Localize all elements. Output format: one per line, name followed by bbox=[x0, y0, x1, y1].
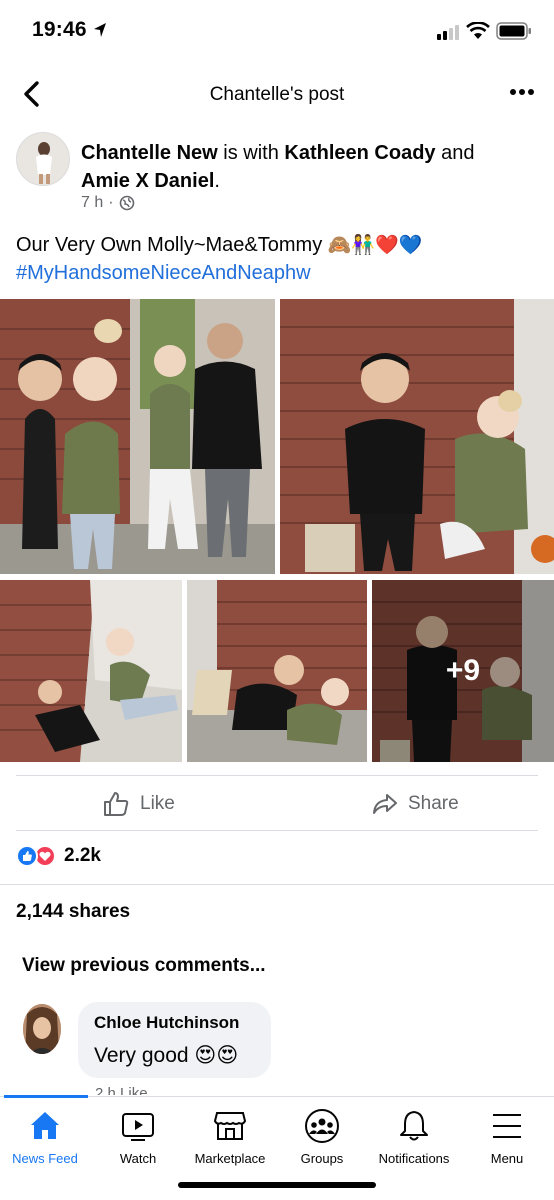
post-meta: 7 h · bbox=[81, 194, 135, 212]
shares-count[interactable]: 2,144 shares bbox=[16, 901, 130, 923]
tab-groups[interactable]: Groups bbox=[272, 1097, 372, 1167]
post-time[interactable]: 7 h bbox=[81, 194, 103, 212]
author-avatar[interactable] bbox=[16, 132, 70, 186]
like-label: Like bbox=[140, 793, 175, 814]
divider bbox=[16, 830, 538, 831]
globe-icon bbox=[119, 195, 134, 211]
tab-marketplace[interactable]: Marketplace bbox=[180, 1097, 280, 1167]
post-photo[interactable]: +9 bbox=[372, 580, 554, 762]
like-button[interactable]: Like bbox=[102, 786, 175, 822]
share-button[interactable]: Share bbox=[372, 786, 459, 822]
divider bbox=[16, 775, 538, 776]
watch-icon bbox=[122, 1113, 154, 1141]
status-time: 19:46 bbox=[32, 18, 87, 41]
tab-menu[interactable]: Menu bbox=[457, 1097, 554, 1167]
commenter-avatar[interactable] bbox=[23, 1004, 61, 1054]
tab-label: Watch bbox=[119, 1151, 157, 1166]
reaction-count: 2.2k bbox=[64, 845, 101, 866]
menu-icon bbox=[493, 1114, 521, 1138]
post-text: Our Very Own Molly~Mae&Tommy 🙈👫❤️💙 #MyHa… bbox=[16, 231, 546, 287]
post-photo[interactable] bbox=[0, 580, 182, 762]
meta-dot: · bbox=[108, 194, 114, 211]
tab-notifications[interactable]: Notifications bbox=[364, 1097, 464, 1167]
home-icon bbox=[31, 1112, 59, 1139]
and-text: and bbox=[435, 142, 475, 164]
tab-label: Menu bbox=[490, 1151, 524, 1166]
nav-header: Chantelle's post bbox=[0, 64, 554, 126]
home-indicator bbox=[178, 1182, 376, 1188]
reactions-summary[interactable]: 2.2k bbox=[16, 845, 101, 867]
divider bbox=[0, 884, 554, 885]
commenter-name[interactable]: Chloe Hutchinson bbox=[94, 1013, 239, 1033]
tagged-person[interactable]: Amie X Daniel bbox=[81, 170, 214, 192]
tab-watch[interactable]: Watch bbox=[88, 1097, 188, 1167]
post-photo[interactable] bbox=[187, 580, 367, 762]
hashtag-link[interactable]: #MyHandsomeNieceAndNeaphw bbox=[16, 259, 546, 287]
tagged-person[interactable]: Kathleen Coady bbox=[284, 142, 435, 164]
view-previous-comments-link[interactable]: View previous comments... bbox=[22, 955, 266, 977]
marketplace-icon bbox=[213, 1112, 247, 1140]
post-photo[interactable] bbox=[280, 299, 554, 574]
share-arrow-icon bbox=[373, 794, 397, 814]
groups-icon bbox=[305, 1109, 339, 1143]
page-title: Chantelle's post bbox=[209, 84, 345, 105]
author-name[interactable]: Chantelle New bbox=[81, 142, 218, 164]
with-text: is with bbox=[217, 142, 285, 164]
thumbs-up-icon bbox=[104, 792, 129, 816]
period: . bbox=[214, 170, 220, 192]
comment-bubble[interactable]: Chloe Hutchinson Very good 😍😍 bbox=[78, 1002, 271, 1078]
tab-label: Marketplace bbox=[194, 1151, 266, 1166]
like-reaction-icon bbox=[16, 845, 38, 867]
wifi-icon bbox=[466, 22, 490, 39]
tab-label: Notifications bbox=[378, 1151, 450, 1166]
share-label: Share bbox=[408, 793, 459, 814]
comment-text: Very good 😍😍 bbox=[94, 1043, 239, 1067]
more-options-icon[interactable] bbox=[508, 80, 538, 104]
post-photo[interactable] bbox=[0, 299, 275, 574]
post-caption: Our Very Own Molly~Mae&Tommy bbox=[16, 234, 323, 256]
post-author-line: Chantelle New is with Kathleen Coady and… bbox=[81, 139, 521, 195]
bell-icon bbox=[400, 1111, 428, 1141]
location-arrow-icon bbox=[94, 23, 106, 37]
tab-label: News Feed bbox=[12, 1151, 78, 1166]
signal-icon bbox=[437, 25, 459, 40]
tab-news-feed[interactable]: News Feed bbox=[0, 1097, 95, 1167]
status-bar: 19:46 bbox=[0, 0, 554, 64]
comment-meta: 2 h Like bbox=[95, 1085, 148, 1095]
tab-label: Groups bbox=[300, 1151, 344, 1166]
post-emojis: 🙈👫❤️💙 bbox=[327, 234, 423, 256]
battery-icon bbox=[496, 22, 531, 40]
more-photos-overlay[interactable]: +9 bbox=[372, 580, 554, 762]
